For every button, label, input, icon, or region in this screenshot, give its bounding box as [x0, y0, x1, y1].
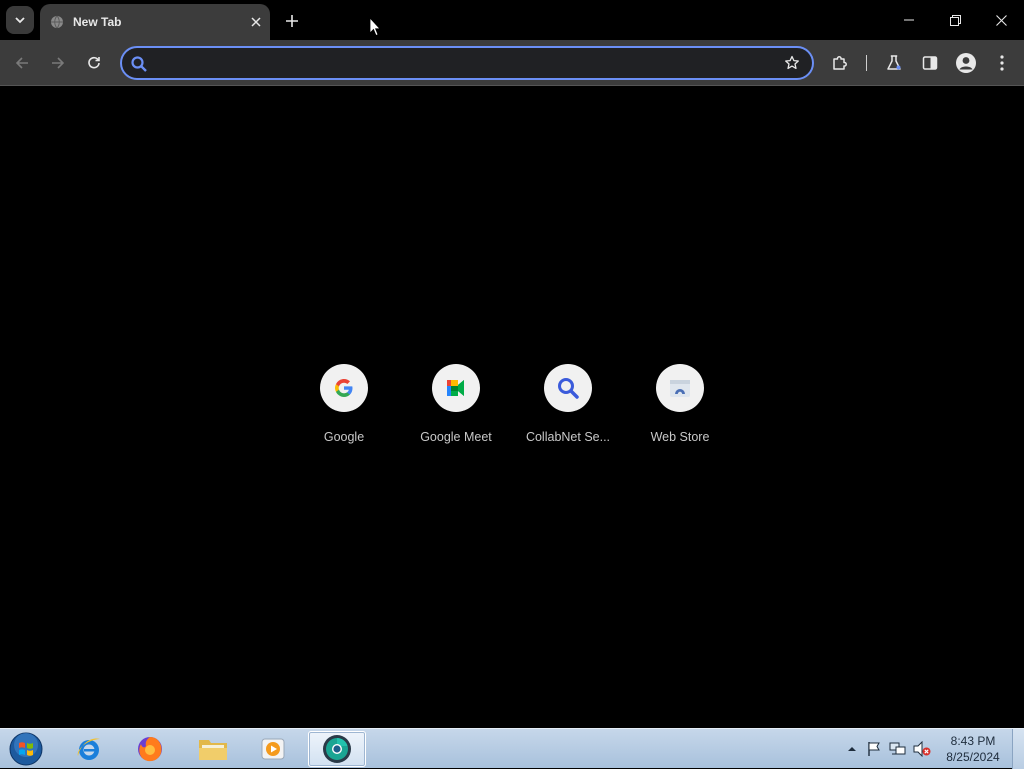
reload-icon: [88, 56, 100, 69]
shortcut-collabnet[interactable]: CollabNet Se...: [512, 362, 624, 462]
google-meet-icon: [432, 364, 480, 412]
arrow-left-icon: [15, 57, 28, 69]
taskbar-firefox[interactable]: [123, 731, 177, 767]
search-icon: [131, 56, 147, 72]
start-button[interactable]: [6, 730, 46, 768]
chevron-down-icon: [15, 17, 25, 24]
network-icon[interactable]: [889, 740, 907, 758]
taskbar-chrome[interactable]: [308, 731, 366, 767]
minimize-icon: [904, 19, 914, 21]
shortcut-web-store[interactable]: Web Store: [624, 362, 736, 462]
title-bar: New Tab: [0, 0, 1024, 40]
arrow-right-icon: [52, 57, 65, 69]
volume-muted-icon[interactable]: [913, 740, 931, 758]
labs-button[interactable]: [880, 49, 908, 77]
shortcut-label: CollabNet Se...: [525, 430, 611, 444]
address-bar[interactable]: [120, 46, 814, 80]
reload-button[interactable]: [80, 49, 108, 77]
taskbar-media-player[interactable]: [246, 731, 300, 767]
tab-search-button[interactable]: [6, 6, 34, 34]
taskbar-internet-explorer[interactable]: [62, 731, 116, 767]
internet-explorer-icon: [77, 738, 100, 760]
search-magnifier-icon: [544, 364, 592, 412]
back-button[interactable]: [8, 49, 36, 77]
puzzle-icon: [833, 56, 847, 70]
show-desktop-button[interactable]: [1012, 729, 1024, 769]
windows-start-orb-icon: [9, 732, 43, 766]
close-window-button[interactable]: [978, 0, 1024, 40]
clock-time: 8:43 PM: [950, 734, 996, 748]
new-tab-page: Google Google Meet CollabNet Se... Web S…: [0, 87, 1024, 728]
profile-button[interactable]: [952, 49, 980, 77]
new-tab-button[interactable]: [281, 10, 303, 32]
kebab-menu-icon: [1000, 55, 1004, 71]
taskbar-file-explorer[interactable]: [186, 731, 240, 767]
tab-new-tab[interactable]: New Tab: [40, 4, 270, 40]
flask-icon: [887, 55, 901, 70]
shortcut-label: Google Meet: [420, 430, 492, 444]
show-hidden-icons-button[interactable]: [843, 740, 861, 758]
extensions-button[interactable]: [826, 49, 854, 77]
google-logo-icon: [320, 364, 368, 412]
web-store-icon: [656, 364, 704, 412]
media-player-icon: [261, 738, 285, 760]
file-explorer-icon: [199, 740, 227, 760]
side-panel-button[interactable]: [916, 49, 944, 77]
taskbar-clock[interactable]: 8:43 PM 8/25/2024: [940, 733, 1006, 765]
chevron-up-icon: [848, 747, 856, 751]
shortcut-google[interactable]: Google: [288, 362, 400, 462]
side-panel-icon: [922, 56, 938, 70]
restore-icon: [949, 14, 961, 26]
shortcut-tiles: Google Google Meet CollabNet Se... Web S…: [288, 362, 736, 462]
tab-title: New Tab: [73, 15, 122, 29]
shortcut-google-meet[interactable]: Google Meet: [400, 362, 512, 462]
shortcut-label: Google: [323, 430, 365, 444]
minimize-button[interactable]: [886, 0, 932, 40]
close-icon: [995, 14, 1007, 26]
menu-button[interactable]: [988, 49, 1016, 77]
mouse-cursor-icon: [369, 17, 381, 37]
browser-toolbar: [0, 40, 1024, 86]
chrome-dev-icon: [323, 735, 351, 763]
avatar-icon: [956, 53, 976, 73]
toolbar-divider: [866, 55, 867, 71]
plus-icon: [286, 15, 298, 27]
clock-date: 8/25/2024: [946, 750, 1000, 764]
close-tab-icon[interactable]: [247, 13, 265, 31]
shortcut-label: Web Store: [650, 430, 710, 444]
forward-button[interactable]: [44, 49, 72, 77]
action-center-icon[interactable]: [865, 740, 883, 758]
firefox-icon: [138, 737, 162, 762]
address-input[interactable]: [156, 51, 766, 75]
globe-icon: [50, 15, 64, 29]
restore-button[interactable]: [932, 0, 978, 40]
taskbar: 8:43 PM 8/25/2024: [0, 728, 1024, 769]
bookmark-star-icon[interactable]: [782, 53, 802, 73]
